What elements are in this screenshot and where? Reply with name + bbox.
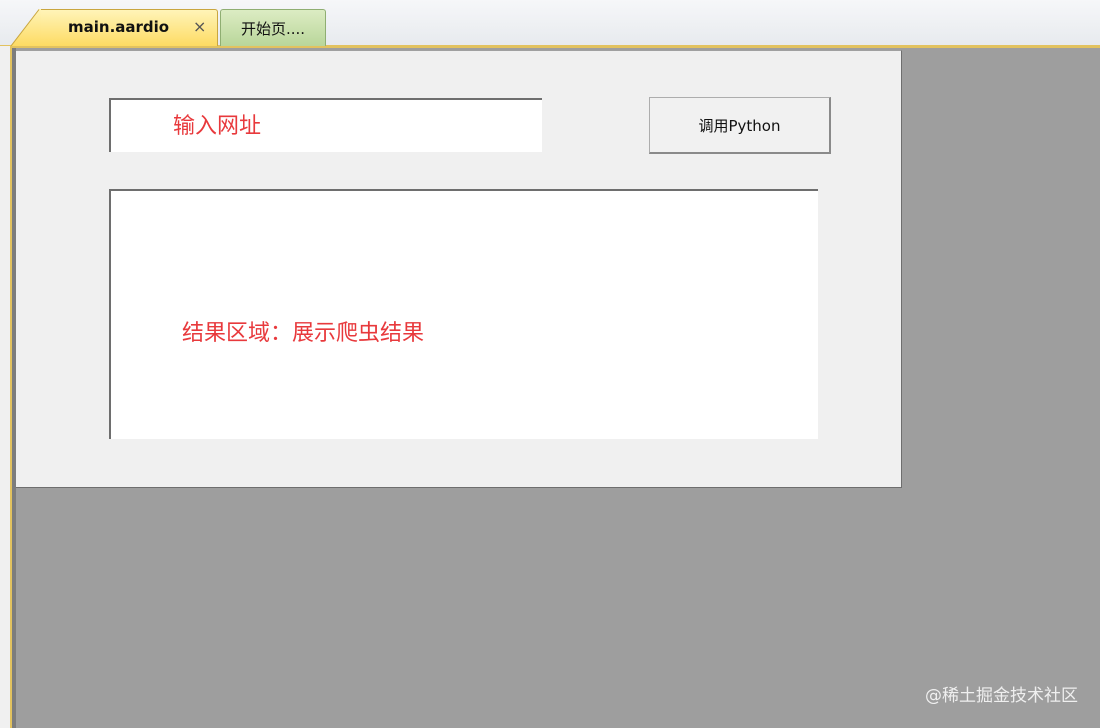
call-python-button[interactable]: 调用Python (649, 97, 831, 154)
watermark: @稀土掘金技术社区 (925, 686, 1078, 706)
close-icon[interactable]: × (193, 17, 206, 36)
left-frame (0, 46, 12, 728)
tab-main-aardio[interactable]: main.aardio × (11, 9, 218, 46)
tab-active-slant (11, 9, 41, 46)
tab-main-aardio-label: main.aardio (68, 18, 170, 36)
form-panel: 调用Python 结果区域：展示爬虫结果 (16, 50, 902, 488)
result-text: 结果区域：展示爬虫结果 (182, 321, 425, 346)
tab-start-page[interactable]: 开始页.... (220, 9, 326, 46)
tab-start-page-label: 开始页.... (240, 19, 306, 38)
result-area[interactable]: 结果区域：展示爬虫结果 (109, 189, 818, 439)
url-input[interactable] (109, 98, 542, 152)
